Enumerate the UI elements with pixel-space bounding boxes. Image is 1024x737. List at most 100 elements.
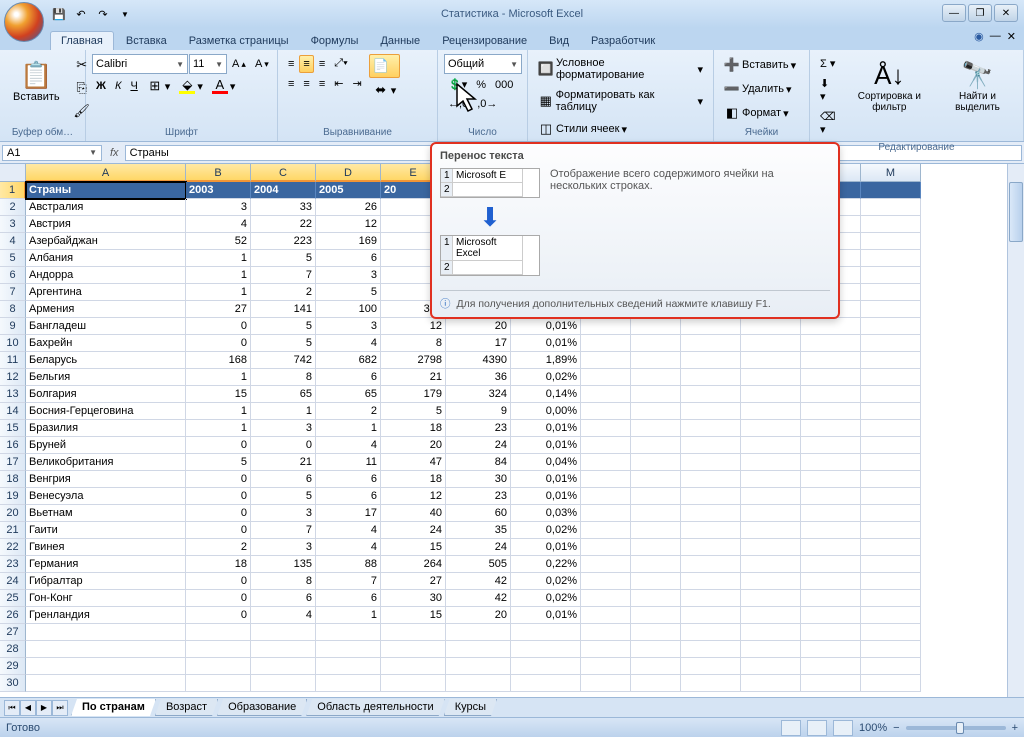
close-button[interactable]: ✕ bbox=[994, 4, 1018, 22]
cell-E25[interactable]: 30 bbox=[381, 590, 446, 607]
col-header-M[interactable]: M bbox=[861, 164, 921, 182]
cell-E12[interactable]: 21 bbox=[381, 369, 446, 386]
cell-A2[interactable]: Австралия bbox=[26, 199, 186, 216]
merge-button[interactable]: ⬌▾ bbox=[369, 79, 401, 101]
cell-M14[interactable] bbox=[861, 403, 921, 420]
row-header-14[interactable]: 14 bbox=[0, 403, 26, 420]
autosum-button[interactable]: Σ ▾ bbox=[816, 54, 841, 73]
col-header-C[interactable]: C bbox=[251, 164, 316, 182]
cell-L26[interactable] bbox=[801, 607, 861, 624]
cell-L22[interactable] bbox=[801, 539, 861, 556]
cell-G14[interactable]: 0,00% bbox=[511, 403, 581, 420]
row-header-23[interactable]: 23 bbox=[0, 556, 26, 573]
cell-I12[interactable] bbox=[631, 369, 681, 386]
cell-M2[interactable] bbox=[861, 199, 921, 216]
cell-B30[interactable] bbox=[186, 675, 251, 692]
cell-K18[interactable] bbox=[741, 471, 801, 488]
cell-D28[interactable] bbox=[316, 641, 381, 658]
row-header-2[interactable]: 2 bbox=[0, 199, 26, 216]
cell-A14[interactable]: Босния-Герцеговина bbox=[26, 403, 186, 420]
view-break-button[interactable] bbox=[833, 720, 853, 736]
qat-customize-icon[interactable]: ▼ bbox=[116, 5, 134, 23]
cell-C17[interactable]: 21 bbox=[251, 454, 316, 471]
clear-button[interactable]: ⌫ ▾ bbox=[816, 107, 841, 139]
cell-I23[interactable] bbox=[631, 556, 681, 573]
align-center-button[interactable]: ≡ bbox=[299, 75, 313, 93]
select-all-corner[interactable] bbox=[0, 164, 26, 182]
cell-C26[interactable]: 4 bbox=[251, 607, 316, 624]
cell-B2[interactable]: 3 bbox=[186, 199, 251, 216]
cell-H26[interactable] bbox=[581, 607, 631, 624]
font-name-combo[interactable]: Calibri▼ bbox=[92, 54, 188, 74]
cell-A10[interactable]: Бахрейн bbox=[26, 335, 186, 352]
row-header-19[interactable]: 19 bbox=[0, 488, 26, 505]
cell-L21[interactable] bbox=[801, 522, 861, 539]
comma-button[interactable]: 000 bbox=[491, 76, 517, 94]
cell-L28[interactable] bbox=[801, 641, 861, 658]
cell-H13[interactable] bbox=[581, 386, 631, 403]
cell-C29[interactable] bbox=[251, 658, 316, 675]
currency-button[interactable]: 💲▾ bbox=[444, 75, 471, 94]
cell-H12[interactable] bbox=[581, 369, 631, 386]
cell-L16[interactable] bbox=[801, 437, 861, 454]
cell-A24[interactable]: Гибралтар bbox=[26, 573, 186, 590]
cell-L18[interactable] bbox=[801, 471, 861, 488]
cell-C4[interactable]: 223 bbox=[251, 233, 316, 250]
cell-H17[interactable] bbox=[581, 454, 631, 471]
cell-A20[interactable]: Вьетнам bbox=[26, 505, 186, 522]
cell-D27[interactable] bbox=[316, 624, 381, 641]
cell-D3[interactable]: 12 bbox=[316, 216, 381, 233]
cell-H27[interactable] bbox=[581, 624, 631, 641]
cell-D24[interactable]: 7 bbox=[316, 573, 381, 590]
cell-B4[interactable]: 52 bbox=[186, 233, 251, 250]
cell-M15[interactable] bbox=[861, 420, 921, 437]
sheet-nav-next[interactable]: ▶ bbox=[36, 700, 52, 716]
cell-M4[interactable] bbox=[861, 233, 921, 250]
cell-J14[interactable] bbox=[681, 403, 741, 420]
sheet-tab-0[interactable]: По странам bbox=[71, 699, 156, 716]
cell-J17[interactable] bbox=[681, 454, 741, 471]
cell-C11[interactable]: 742 bbox=[251, 352, 316, 369]
cell-F11[interactable]: 4390 bbox=[446, 352, 511, 369]
cell-E26[interactable]: 15 bbox=[381, 607, 446, 624]
cell-K22[interactable] bbox=[741, 539, 801, 556]
cell-M7[interactable] bbox=[861, 284, 921, 301]
ribbon-close-icon[interactable]: ✕ bbox=[1007, 30, 1016, 43]
cell-F12[interactable]: 36 bbox=[446, 369, 511, 386]
cell-F21[interactable]: 35 bbox=[446, 522, 511, 539]
row-header-12[interactable]: 12 bbox=[0, 369, 26, 386]
cell-J28[interactable] bbox=[681, 641, 741, 658]
cell-H10[interactable] bbox=[581, 335, 631, 352]
cell-M18[interactable] bbox=[861, 471, 921, 488]
view-normal-button[interactable] bbox=[781, 720, 801, 736]
cell-C1[interactable]: 2004 bbox=[251, 182, 316, 199]
cell-D29[interactable] bbox=[316, 658, 381, 675]
delete-cells-button[interactable]: ➖Удалить ▾ bbox=[720, 78, 796, 100]
cell-A11[interactable]: Беларусь bbox=[26, 352, 186, 369]
cell-B20[interactable]: 0 bbox=[186, 505, 251, 522]
cell-K25[interactable] bbox=[741, 590, 801, 607]
cell-C10[interactable]: 5 bbox=[251, 335, 316, 352]
cell-J22[interactable] bbox=[681, 539, 741, 556]
ribbon-tab-6[interactable]: Вид bbox=[539, 32, 579, 50]
cell-D21[interactable]: 4 bbox=[316, 522, 381, 539]
ribbon-tab-0[interactable]: Главная bbox=[50, 31, 114, 50]
sheet-nav-last[interactable]: ⏭ bbox=[52, 700, 68, 716]
cell-B9[interactable]: 0 bbox=[186, 318, 251, 335]
cell-K21[interactable] bbox=[741, 522, 801, 539]
cell-H21[interactable] bbox=[581, 522, 631, 539]
cell-C23[interactable]: 135 bbox=[251, 556, 316, 573]
cell-M23[interactable] bbox=[861, 556, 921, 573]
fill-color-button[interactable]: ⬙▾ bbox=[175, 75, 207, 97]
cell-K28[interactable] bbox=[741, 641, 801, 658]
ribbon-tab-2[interactable]: Разметка страницы bbox=[179, 32, 299, 50]
cell-F10[interactable]: 17 bbox=[446, 335, 511, 352]
increase-indent-button[interactable]: ⇥ bbox=[348, 74, 365, 93]
cell-L29[interactable] bbox=[801, 658, 861, 675]
cell-B28[interactable] bbox=[186, 641, 251, 658]
format-cells-button[interactable]: ◧Формат ▾ bbox=[720, 102, 793, 124]
cell-G23[interactable]: 0,22% bbox=[511, 556, 581, 573]
cell-L11[interactable] bbox=[801, 352, 861, 369]
cell-H18[interactable] bbox=[581, 471, 631, 488]
cell-D26[interactable]: 1 bbox=[316, 607, 381, 624]
